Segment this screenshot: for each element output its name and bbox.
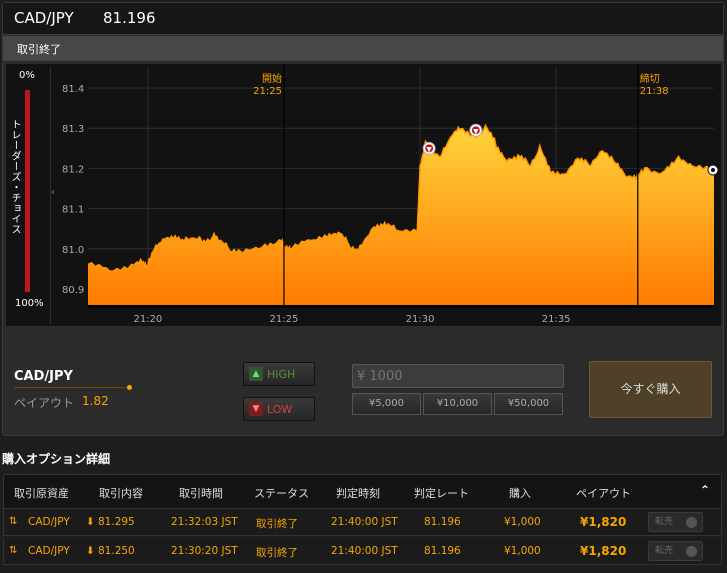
col-content: 取引内容 <box>99 487 143 500</box>
row-judge-rate: 81.196 <box>424 545 461 557</box>
resell-button[interactable]: 転売 <box>648 512 703 532</box>
trade-pair-dot <box>127 385 132 390</box>
high-button[interactable]: ▲ HIGH <box>243 362 315 386</box>
trade-controls: CAD/JPY ペイアウト 1.82 ▲ HIGH ▼ LOW ¥5,000 ¥… <box>6 339 721 435</box>
col-judge-time: 判定時刻 <box>336 487 380 500</box>
trade-status: 取引終了 <box>17 43 61 56</box>
details-title: 購入オプション詳細 <box>2 452 111 466</box>
trade-pair: CAD/JPY <box>14 369 73 384</box>
col-judge-rate: 判定レート <box>414 487 469 500</box>
resell-icon <box>686 517 697 528</box>
resell-icon <box>686 546 697 557</box>
high-button-label: HIGH <box>267 368 296 381</box>
row-judge-time: 21:40:00 JST <box>331 545 398 557</box>
quick-amount-50000-button[interactable]: ¥50,000 <box>494 393 563 415</box>
table-row: ⇅ CAD/JPY ⬇ 81.250 21:30:20 JST 取引終了 21:… <box>3 538 722 565</box>
y-tick-label: 81.4 <box>62 84 84 95</box>
title-bar: CAD/JPY 81.196 <box>3 3 723 35</box>
row-time: 21:30:20 JST <box>171 545 238 557</box>
double-chevron-up-icon[interactable]: ⌃ <box>700 483 710 497</box>
y-tick-label: 81.2 <box>62 164 84 175</box>
price-area <box>88 125 714 305</box>
payout-value: 1.82 <box>82 394 109 408</box>
trade-pair-underline <box>14 387 130 388</box>
deadline-marker-time: 21:38 <box>640 86 669 97</box>
row-payout: ¥1,820 <box>580 515 627 529</box>
payout-label: ペイアウト <box>14 396 75 410</box>
low-button[interactable]: ▼ LOW <box>243 397 315 421</box>
y-tick-label: 81.3 <box>62 124 84 135</box>
col-payout: ペイアウト <box>576 487 631 500</box>
row-status: 取引終了 <box>256 518 298 530</box>
x-tick-label: 21:30 <box>406 314 435 325</box>
low-button-label: LOW <box>267 403 293 416</box>
row-time: 21:32:03 JST <box>171 516 238 528</box>
chart-baseline <box>88 305 714 308</box>
col-purchase: 購入 <box>509 487 531 500</box>
resell-button[interactable]: 転売 <box>648 541 703 561</box>
table-row: ⇅ CAD/JPY ⬇ 81.295 21:32:03 JST 取引終了 21:… <box>3 509 722 536</box>
status-bar: 取引終了 <box>3 36 723 61</box>
row-judge-time: 21:40:00 JST <box>331 516 398 528</box>
row-content: 81.250 <box>98 545 135 557</box>
start-marker-time: 21:25 <box>253 86 282 97</box>
start-marker-label: 開始 <box>262 72 282 85</box>
x-tick-label: 21:25 <box>270 314 299 325</box>
col-asset: 取引原資産 <box>14 487 69 500</box>
table-header: 取引原資産 取引内容 取引時間 ステータス 判定時刻 判定レート 購入 ペイアウ… <box>3 474 722 509</box>
col-time: 取引時間 <box>179 487 223 500</box>
deadline-marker-label: 締切 <box>640 72 660 85</box>
purchase-details-table: 取引原資産 取引内容 取引時間 ステータス 判定時刻 判定レート 購入 ペイアウ… <box>3 474 722 567</box>
y-tick-label: 81.0 <box>62 245 84 256</box>
arrow-down-icon: ▼ <box>249 402 263 416</box>
row-asset: CAD/JPY <box>28 545 70 557</box>
row-asset: CAD/JPY <box>28 516 70 528</box>
up-down-arrows-icon: ⇅ <box>9 516 18 527</box>
arrow-down-icon: ▼ <box>473 127 479 135</box>
amount-input[interactable] <box>352 364 564 388</box>
row-payout: ¥1,820 <box>580 544 627 558</box>
current-rate: 81.196 <box>103 9 156 27</box>
quick-amount-10000-button[interactable]: ¥10,000 <box>423 393 492 415</box>
arrow-down-icon: ⬇ <box>86 516 95 528</box>
resell-label: 転売 <box>655 517 674 527</box>
up-down-arrows-icon: ⇅ <box>9 545 18 556</box>
x-tick-label: 21:20 <box>133 314 162 325</box>
price-chart: 81.4 81.3 81.2 81.1 81.0 80.9 21:20 21:25 21:30 2… <box>62 64 719 325</box>
quick-amount-5000-button[interactable]: ¥5,000 <box>352 393 421 415</box>
row-purchase: ¥1,000 <box>504 516 541 528</box>
chart-area: 0% トレーダーズ・チョイス 100% ‹ 81.4 81.3 81.2 81.1 81… <box>6 64 721 326</box>
asset-pair-title: CAD/JPY <box>14 9 74 27</box>
col-status: ステータス <box>254 487 309 500</box>
x-tick-label: 21:35 <box>542 314 571 325</box>
arrow-up-icon: ▲ <box>249 367 263 381</box>
buy-now-button[interactable]: 今すぐ購入 <box>589 361 712 418</box>
row-judge-rate: 81.196 <box>424 516 461 528</box>
y-tick-label: 80.9 <box>62 285 84 296</box>
trading-panel: CAD/JPY 81.196 取引終了 0% トレーダーズ・チョイス 100% … <box>2 2 724 436</box>
resell-label: 転売 <box>655 546 674 556</box>
row-purchase: ¥1,000 <box>504 545 541 557</box>
arrow-down-icon: ▼ <box>426 145 432 153</box>
y-tick-label: 81.1 <box>62 205 84 216</box>
row-status: 取引終了 <box>256 547 298 559</box>
current-rate-dot <box>711 168 715 173</box>
arrow-down-icon: ⬇ <box>86 545 95 557</box>
row-content: 81.295 <box>98 516 135 528</box>
